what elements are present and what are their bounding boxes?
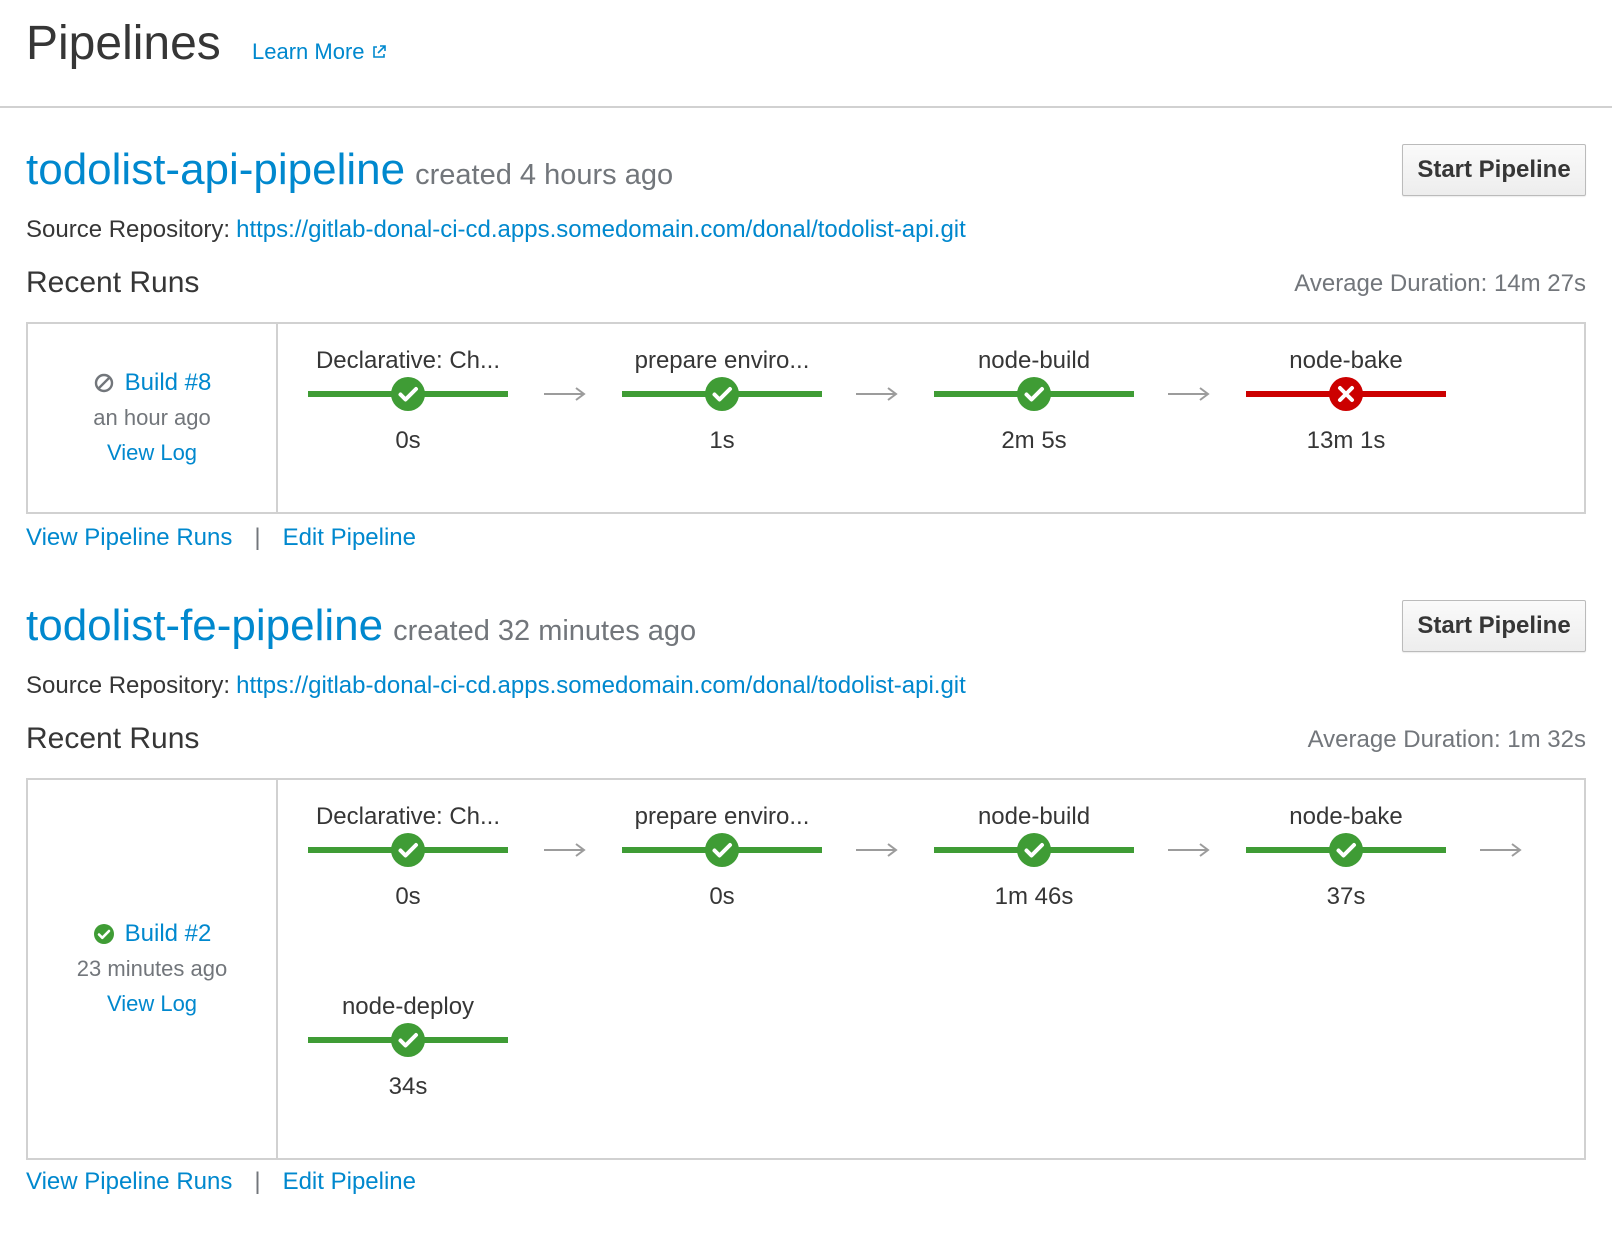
stage-name: node-bake [1289,803,1403,830]
stage-status [390,376,426,412]
stage-name: node-deploy [341,993,475,1020]
pipeline-card: todolist-api-pipeline created 4 hours ago… [26,142,1586,551]
stage-status [390,832,426,868]
stage-name: Declarative: Ch... [315,347,501,374]
pipeline-created: created 4 hours ago [415,159,674,191]
check-icon [1017,377,1051,411]
failed-icon [1329,377,1363,411]
pipeline-footer-links: View Pipeline Runs | Edit Pipeline [26,1166,416,1198]
check-icon [705,833,739,867]
pipeline-card: todolist-fe-pipeline created 32 minutes a… [26,598,1586,1195]
stage-name: prepare enviro... [634,347,810,374]
stage-status [1016,832,1052,868]
page-header: Pipelines Learn More [0,0,1612,108]
stage-name: Declarative: Ch... [315,803,501,830]
stage-status [1328,832,1364,868]
stage-status [1016,376,1052,412]
pipeline-created: created 32 minutes ago [393,615,697,647]
pipeline-footer-links: View Pipeline Runs | Edit Pipeline [26,522,416,554]
source-repository: Source Repository: https://gitlab-donal-c… [26,668,1586,704]
build-link[interactable]: Build #2 [125,917,212,951]
stage-duration: 13m 1s [1306,427,1386,454]
cancelled-icon [94,373,113,393]
pipeline-stage[interactable]: Declarative: Ch... 0s [308,800,508,950]
stage-name: prepare enviro... [634,803,810,830]
source-repository-link[interactable]: https://gitlab-donal-ci-cd.apps.somedoma… [236,216,966,243]
stage-duration: 1s [709,427,735,454]
run-summary: Build #8 an hour ago View Log [28,324,278,512]
arrow-right-icon [856,843,898,857]
arrow-right-icon [1168,843,1210,857]
run-time: an hour ago [93,405,211,430]
build-link[interactable]: Build #8 [125,366,212,400]
link-separator: | [254,524,261,551]
stage-name: node-bake [1289,347,1403,374]
check-icon [1329,833,1363,867]
pipeline-stage[interactable]: node-bake 37s [1246,800,1446,950]
edit-pipeline-link[interactable]: Edit Pipeline [283,522,416,554]
source-label: Source Repository: [26,216,231,243]
pipeline-name-link[interactable]: todolist-fe-pipeline [26,601,383,650]
page-title: Pipelines [26,17,221,70]
recent-runs-box: Build #8 an hour ago View Log Declarativ… [26,322,1586,514]
arrow-right-icon [856,387,898,401]
check-icon [391,833,425,867]
source-label: Source Repository: [26,672,231,699]
pipeline-stage[interactable]: node-deploy 34s [308,990,508,1140]
stage-duration: 0s [395,427,421,454]
arrow-right-icon [1480,843,1522,857]
stage-duration: 34s [388,1073,428,1100]
external-link-icon [372,45,386,58]
pipeline-stage[interactable]: node-bake 13m 1s [1246,344,1446,494]
stage-duration: 37s [1326,883,1366,910]
view-pipeline-runs-link[interactable]: View Pipeline Runs [26,1166,232,1198]
source-repository-link[interactable]: https://gitlab-donal-ci-cd.apps.somedoma… [236,672,966,699]
start-pipeline-button[interactable]: Start Pipeline [1402,144,1586,196]
arrow-right-icon [1168,387,1210,401]
start-pipeline-button[interactable]: Start Pipeline [1402,600,1586,652]
check-icon [705,377,739,411]
pipeline-stage[interactable]: prepare enviro... 0s [622,800,822,950]
check-icon [391,1023,425,1057]
recent-runs-heading: Recent Runs [26,266,200,299]
arrow-right-icon [544,387,586,401]
stage-status [704,376,740,412]
stage-duration: 1m 46s [994,883,1074,910]
stage-duration: 0s [709,883,735,910]
stage-status [390,1022,426,1058]
stage-name: node-build [977,347,1091,374]
run-summary: Build #2 23 minutes ago View Log [28,780,278,1158]
pipeline-name-link[interactable]: todolist-api-pipeline [26,145,405,194]
stage-status [1328,376,1364,412]
average-duration: Average Duration: 1m 32s [1307,726,1586,753]
success-icon [93,924,114,944]
stage-duration: 0s [395,883,421,910]
arrow-right-icon [544,843,586,857]
view-pipeline-runs-link[interactable]: View Pipeline Runs [26,522,232,554]
stage-name: node-build [977,803,1091,830]
view-log-link[interactable]: View Log [107,987,197,1021]
link-separator: | [254,1168,261,1195]
run-time: 23 minutes ago [76,956,228,981]
check-icon [1017,833,1051,867]
pipeline-stage[interactable]: node-build 1m 46s [934,800,1134,950]
stage-status [704,832,740,868]
stage-duration: 2m 5s [1001,427,1067,454]
check-icon [391,377,425,411]
learn-more-label: Learn More [252,39,365,64]
edit-pipeline-link[interactable]: Edit Pipeline [283,1166,416,1198]
view-log-link[interactable]: View Log [107,436,197,470]
pipeline-stage[interactable]: node-build 2m 5s [934,344,1134,494]
learn-more-link[interactable]: Learn More [252,38,387,66]
average-duration: Average Duration: 14m 27s [1294,270,1586,297]
recent-runs-box: Build #2 23 minutes ago View Log Declara… [26,778,1586,1160]
pipeline-stage[interactable]: prepare enviro... 1s [622,344,822,494]
recent-runs-heading: Recent Runs [26,722,200,755]
source-repository: Source Repository: https://gitlab-donal-c… [26,212,1586,248]
pipeline-stage[interactable]: Declarative: Ch... 0s [308,344,508,494]
